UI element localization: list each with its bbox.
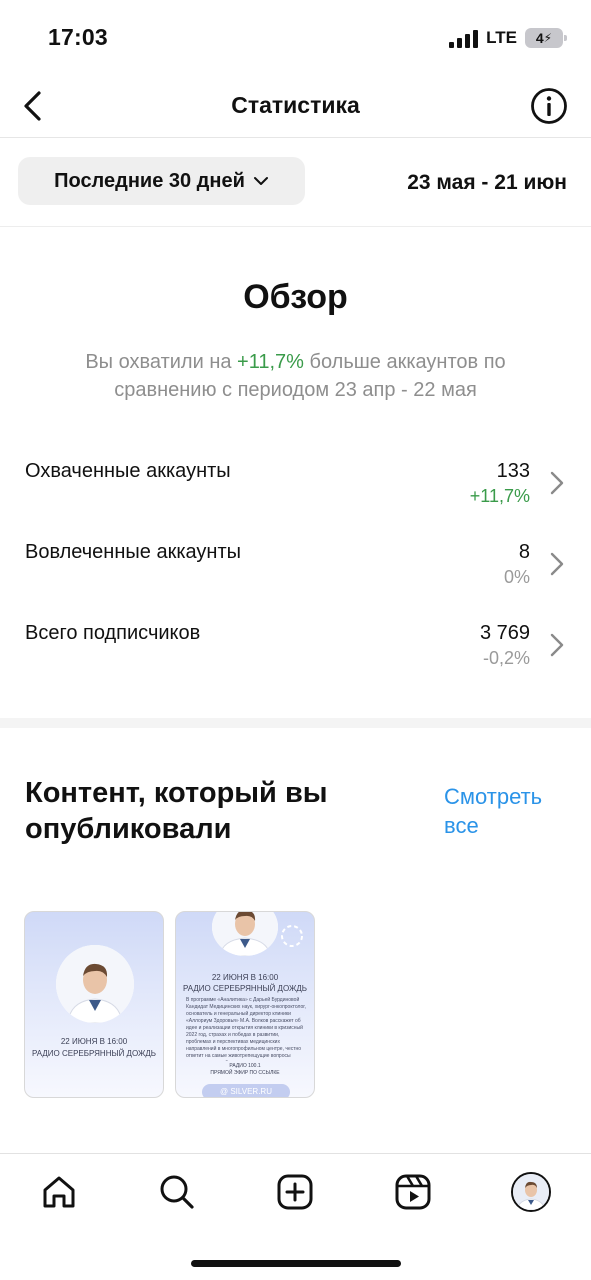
cellular-signal-icon: [449, 28, 479, 48]
metric-change: -0,2%: [482, 648, 530, 668]
page-title: Статистика: [231, 92, 360, 118]
home-icon: [43, 1176, 75, 1208]
metric-label: Всего подписчиков: [25, 622, 201, 644]
overview-description: Вы охватили на +11,7% больше аккаунтов п…: [40, 348, 551, 404]
period-dropdown[interactable]: Последние 30 дней: [18, 157, 305, 205]
metric-value: 8: [518, 541, 530, 563]
post-date: 22 ИЮНЯ В 16:00: [211, 973, 279, 982]
person-photo-icon: [212, 912, 278, 956]
post-subtitle: РАДИО СЕРЕБРЯННЫЙ ДОЖДЬ: [182, 984, 308, 993]
info-icon: [531, 88, 567, 124]
status-bar: 17:03 LTE 4 ⚡: [0, 0, 591, 76]
overview-title: Обзор: [243, 278, 348, 316]
create-icon: [277, 1174, 313, 1210]
metric-label: Вовлеченные аккаунты: [25, 541, 241, 563]
period-row: Последние 30 дней 23 мая - 21 июн: [0, 139, 591, 227]
reels-icon: [395, 1174, 431, 1210]
nav-profile[interactable]: [511, 1172, 551, 1212]
post-url-badge: @ SILVER.RU: [202, 1084, 290, 1097]
info-button[interactable]: [529, 86, 569, 126]
date-range: 23 мая - 21 июн: [407, 171, 567, 194]
section-divider: [0, 718, 591, 728]
profile-photo-icon: [513, 1174, 549, 1210]
metric-row-engaged-accounts[interactable]: Вовлеченные аккаунты 8 0%: [0, 541, 591, 611]
chevron-right-icon: [550, 633, 564, 657]
battery-level: 4: [535, 30, 544, 46]
post-thumbnail[interactable]: 22 ИЮНЯ В 16:00 РАДИО СЕРЕБРЯННЫЙ ДОЖДЬ …: [175, 911, 315, 1098]
profile-avatar: [511, 1172, 551, 1212]
nav-create[interactable]: [275, 1172, 315, 1212]
see-all-link[interactable]: Смотреть все: [444, 782, 574, 840]
post-subtitle: РАДИО СЕРЕБРЯННЫЙ ДОЖДЬ: [31, 1049, 157, 1058]
chevron-right-icon: [550, 471, 564, 495]
nav-search[interactable]: [157, 1172, 197, 1212]
network-type: LTE: [486, 28, 517, 47]
status-time: 17:03: [48, 24, 108, 50]
post-date: 22 ИЮНЯ В 16:00: [60, 1037, 128, 1046]
home-indicator: [191, 1260, 401, 1267]
metric-label: Охваченные аккаунты: [25, 460, 231, 482]
overview-desc-highlight: +11,7%: [237, 351, 304, 373]
post-thumbnail[interactable]: 22 ИЮНЯ В 16:00 РАДИО СЕРЕБРЯННЫЙ ДОЖДЬ: [24, 911, 164, 1098]
loading-spinner-icon: [281, 925, 303, 947]
metric-row-reached-accounts[interactable]: Охваченные аккаунты 133 +11,7%: [0, 460, 591, 530]
overview-desc-before: Вы охватили на: [85, 351, 238, 373]
doctor-photo: [212, 912, 278, 956]
post-footer-cta: ПРЯМОЙ ЭФИР ПО ССЫЛКЕ: [210, 1070, 280, 1076]
metric-row-total-followers[interactable]: Всего подписчиков 3 769 -0,2%: [0, 622, 591, 692]
post-footer: РАДИО 100.1: [229, 1063, 261, 1069]
nav-reels[interactable]: [393, 1172, 433, 1212]
header: Статистика: [0, 76, 591, 138]
nav-home[interactable]: [39, 1172, 79, 1212]
battery-icon: 4 ⚡: [525, 28, 567, 48]
chevron-down-icon: [253, 177, 268, 185]
metric-change: 0%: [503, 567, 530, 587]
post-body-text: В программе «Аналитика» с Дарьей Бурдино…: [186, 997, 306, 1061]
metric-value: 3 769: [479, 622, 530, 644]
charging-bolt-icon: ⚡: [543, 31, 553, 45]
chevron-right-icon: [550, 552, 564, 576]
status-indicators: LTE 4 ⚡: [449, 26, 567, 50]
metric-value: 133: [496, 460, 530, 482]
post-url: SILVER.RU: [230, 1087, 272, 1096]
person-photo-icon: [56, 945, 134, 1023]
doctor-photo: [56, 945, 134, 1023]
search-icon: [160, 1175, 194, 1209]
period-selected-label: Последние 30 дней: [54, 169, 245, 192]
metric-change: +11,7%: [469, 486, 530, 506]
content-section-title: Контент, который вы опубликовали: [25, 777, 328, 845]
